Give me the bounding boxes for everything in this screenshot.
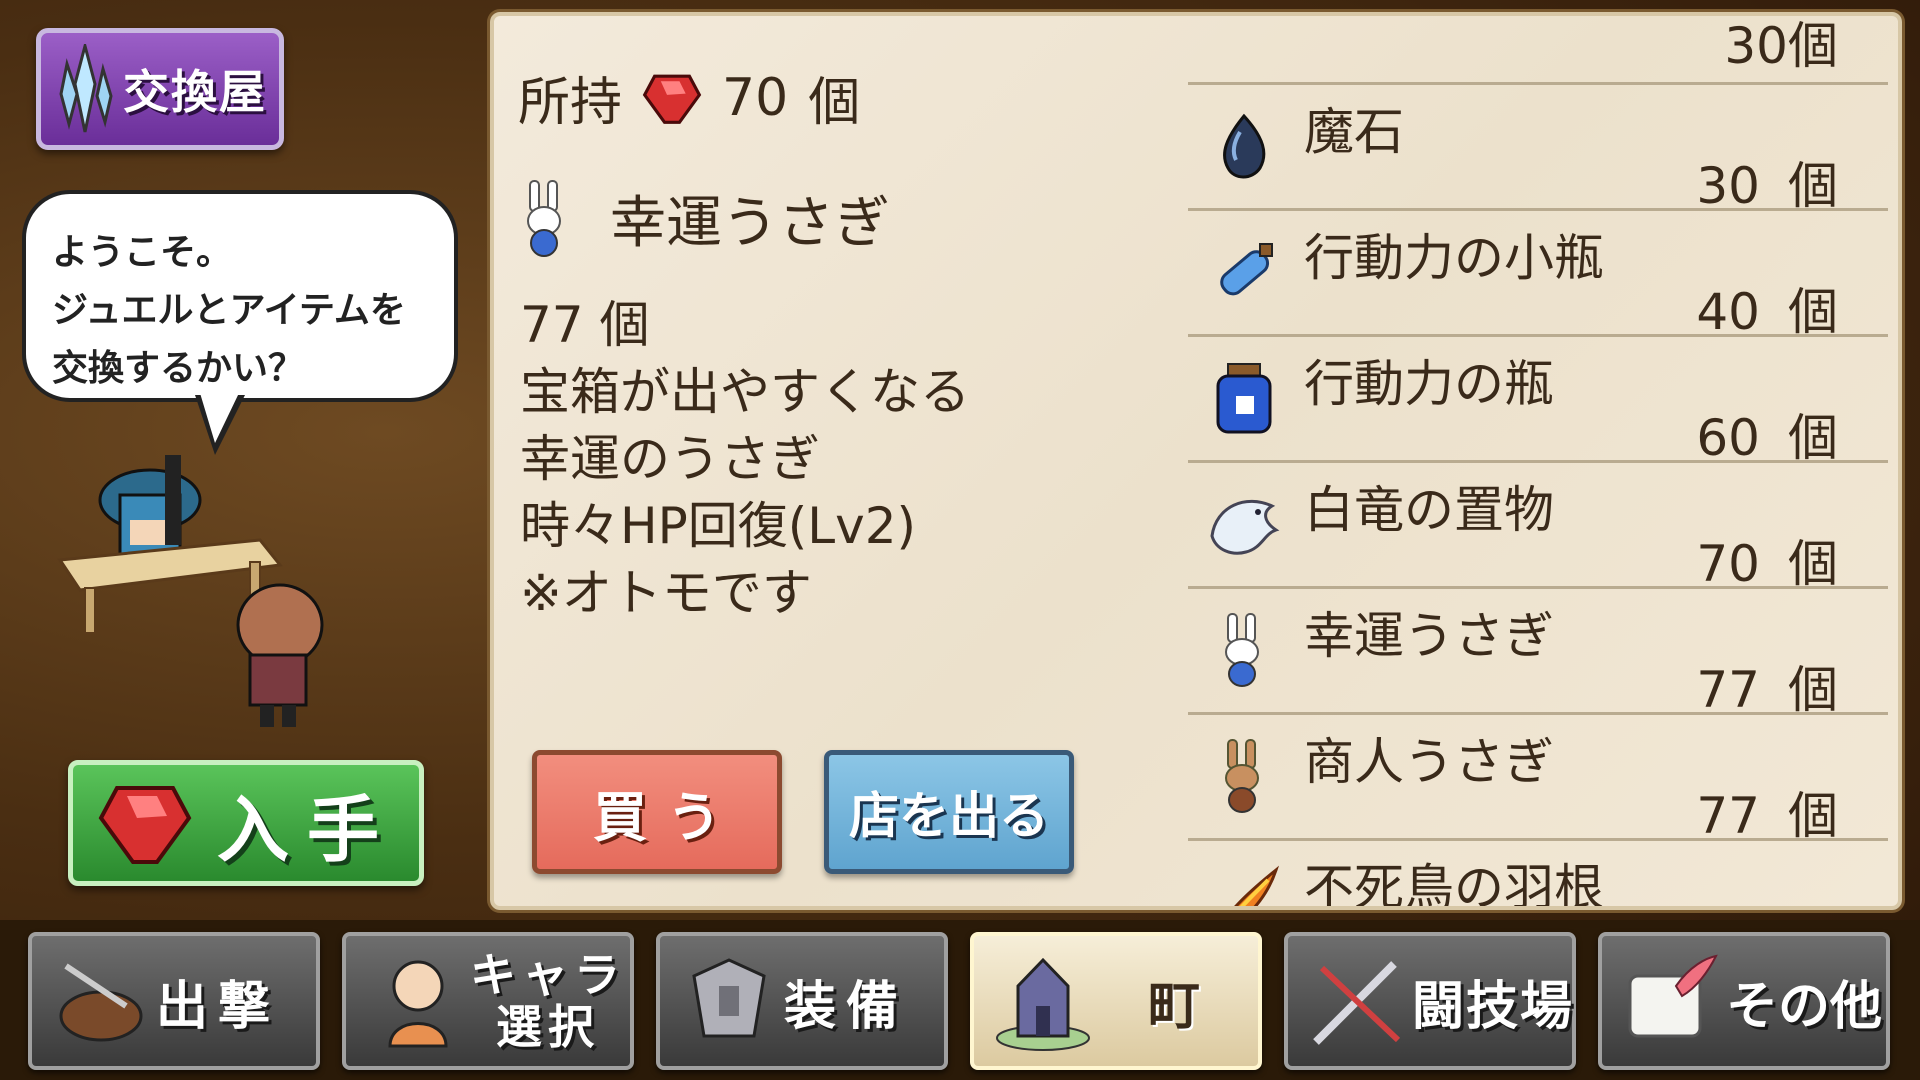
potion-jar-icon	[1216, 363, 1272, 434]
item-name: 不死鳥の羽根	[1304, 859, 1604, 906]
scroll-icon	[1628, 954, 1718, 1038]
selected-item-name: 幸運うさぎ	[610, 191, 890, 256]
detail-line: 幸運のうさぎ	[520, 430, 820, 488]
list-item[interactable]: 白竜の置物 70 個	[1188, 460, 1888, 593]
nav-label: 闘技場	[1412, 976, 1575, 1037]
nav-label: 町	[1148, 976, 1211, 1037]
player-sprite	[236, 583, 324, 727]
get-button-label: 入手	[217, 787, 398, 872]
character-icon	[388, 960, 448, 1048]
shopkeeper-sprite	[98, 455, 202, 557]
item-name: 白竜の置物	[1304, 481, 1554, 539]
lucky-rabbit-icon	[527, 179, 561, 257]
detail-line: 宝箱が出やすくなる	[520, 363, 970, 421]
armor-icon	[692, 958, 766, 1038]
town-icon	[996, 957, 1090, 1051]
white-dragon-icon	[1210, 500, 1280, 555]
list-item[interactable]: 不死鳥の羽根 30個	[1188, 838, 1888, 906]
item-name: 魔石	[1304, 103, 1404, 161]
item-name: 幸運うさぎ	[1304, 607, 1554, 665]
get-jewel-button[interactable]: 入手	[68, 760, 424, 886]
owned-unit: 個	[808, 73, 861, 133]
exchange-panel: 所持 70 個 幸運うさぎ 77 個 宝箱が出やすくなる 幸運のうさぎ 時々HP…	[490, 12, 1902, 910]
detail-line: 時々HP回復(Lv2)	[520, 497, 917, 555]
owned-jewels: 所持 70 個	[518, 60, 860, 135]
nav-sortie[interactable]: 出撃	[28, 932, 320, 1070]
owned-amount: 70	[722, 67, 789, 128]
speech-bubble-tail-fill	[200, 393, 239, 443]
nav-label: 装備	[784, 976, 909, 1037]
speech-line: 交換するかい？	[52, 348, 305, 389]
selected-item-details: 77 個 宝箱が出やすくなる 幸運のうさぎ 時々HP回復(Lv2) ※オトモです	[520, 292, 970, 627]
item-cost: 30個	[1696, 902, 1838, 906]
nav-equipment[interactable]: 装備	[656, 932, 948, 1070]
selected-item-title: 幸運うさぎ	[520, 178, 890, 259]
shopkeeper-pane: 交換屋 ようこそ。 ジュエルとアイテムを 交換するかい？ 入手	[0, 0, 480, 920]
list-item[interactable]: 幸運うさぎ 77 個	[1188, 586, 1888, 719]
speech-line: ようこそ。	[52, 232, 233, 273]
magic-stone-icon	[1223, 113, 1266, 179]
speech-line: ジュエルとアイテムを	[52, 290, 406, 331]
item-name: 行動力の小瓶	[1304, 229, 1604, 287]
phoenix-feather-icon	[1234, 865, 1280, 906]
shop-name-label: 交換屋	[123, 65, 267, 119]
sortie-icon	[59, 963, 143, 1042]
list-item-partial[interactable]: 30個	[1188, 16, 1888, 85]
leave-shop-button[interactable]: 店を出る	[824, 750, 1074, 874]
jewel-icon	[98, 786, 192, 864]
item-list[interactable]: 30個 魔石 30 個 行動力の小瓶 40 個 行動力の瓶 60 個 白竜の置物…	[1188, 16, 1888, 906]
nav-other[interactable]: その他	[1598, 932, 1890, 1070]
owned-label: 所持	[518, 73, 623, 133]
nav-arena[interactable]: 闘技場	[1284, 932, 1576, 1070]
nav-label: 出撃	[156, 976, 281, 1037]
item-name: 行動力の瓶	[1304, 355, 1554, 413]
small-potion-icon	[1220, 243, 1273, 296]
item-cost: 30個	[1724, 17, 1838, 75]
nav-character-select[interactable]: キャラ 選択	[342, 932, 634, 1070]
jewel-icon	[642, 74, 702, 124]
speech-bubble: ようこそ。 ジュエルとアイテムを 交換するかい？	[22, 190, 458, 402]
list-item[interactable]: 行動力の小瓶 40 個	[1188, 208, 1888, 341]
buy-button[interactable]: 買う	[532, 750, 782, 874]
nav-label: その他	[1726, 976, 1883, 1037]
list-item[interactable]: 魔石 30 個	[1188, 82, 1888, 215]
nav-label: キャラ 選択	[470, 948, 626, 1054]
detail-line: ※オトモです	[520, 564, 812, 622]
detail-line: 77 個	[520, 296, 650, 354]
shop-name-badge: 交換屋	[36, 28, 284, 150]
item-name: 商人うさぎ	[1304, 733, 1554, 791]
crystal-icon	[59, 44, 113, 133]
nav-town[interactable]: 町	[970, 932, 1262, 1070]
merchant-rabbit-icon	[1225, 739, 1259, 813]
list-item[interactable]: 行動力の瓶 60 個	[1188, 334, 1888, 467]
swords-icon	[1313, 961, 1401, 1045]
shop-counter-scene	[57, 455, 324, 727]
list-item[interactable]: 商人うさぎ 77 個	[1188, 712, 1888, 845]
lucky-rabbit-icon	[1225, 613, 1259, 687]
